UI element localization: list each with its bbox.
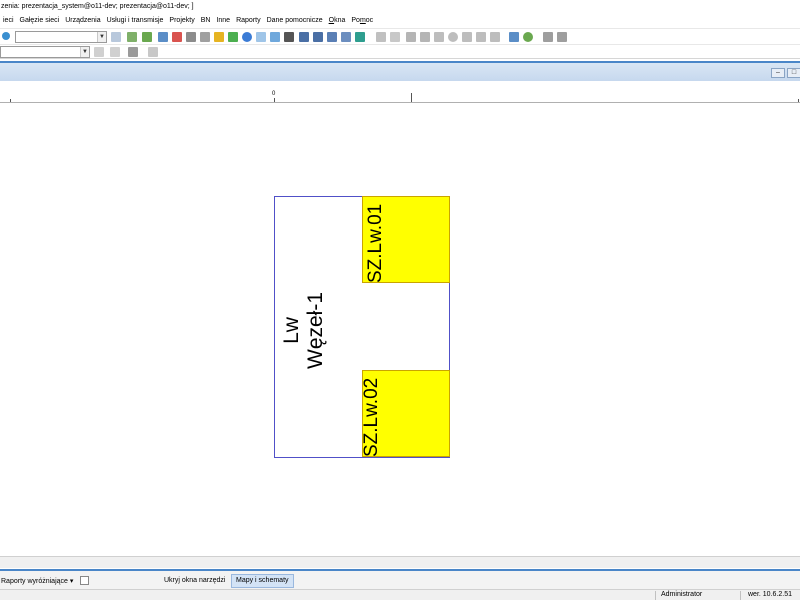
table-icon[interactable] bbox=[158, 32, 168, 42]
delete-icon[interactable] bbox=[434, 32, 444, 42]
menu-pomoc[interactable]: Pomoc bbox=[348, 14, 376, 28]
status-user: Administrator bbox=[661, 591, 703, 598]
chevron-down-icon[interactable]: ▼ bbox=[97, 32, 106, 42]
filter-combo[interactable]: ▼ bbox=[0, 46, 90, 58]
info-icon[interactable] bbox=[242, 32, 252, 42]
status-version: wer. 10.6.2.51 bbox=[748, 591, 792, 598]
menu-bn[interactable]: BN bbox=[198, 14, 214, 28]
menu-raporty[interactable]: Raporty bbox=[233, 14, 264, 28]
transform-icon[interactable] bbox=[128, 47, 138, 57]
ruler-tick bbox=[10, 99, 11, 102]
menu-projekty[interactable]: Projekty bbox=[166, 14, 197, 28]
minimize-button[interactable]: – bbox=[771, 68, 785, 78]
corner-tl-icon[interactable] bbox=[299, 32, 309, 42]
ruler-tick bbox=[274, 98, 275, 102]
menu-galezie-sieci[interactable]: Gałęzie sieci bbox=[17, 14, 63, 28]
node-box[interactable]: Lw Węzeł-1 SZ.Lw.01 SZ.Lw.02 bbox=[274, 196, 450, 458]
resize-icon[interactable] bbox=[327, 32, 337, 42]
status-bar: Administrator wer. 10.6.2.51 bbox=[0, 589, 800, 600]
slot-label: SZ.Lw.02 bbox=[362, 377, 382, 457]
folder-icon[interactable] bbox=[142, 32, 152, 42]
node-code: Lw bbox=[280, 317, 303, 344]
align-icon[interactable] bbox=[341, 32, 351, 42]
ruler-tick bbox=[798, 99, 799, 102]
secondary-toolbar: ▼ bbox=[0, 44, 800, 59]
layout-icon[interactable] bbox=[270, 32, 280, 42]
save-icon[interactable] bbox=[284, 32, 294, 42]
chevron-down-icon[interactable]: ▼ bbox=[80, 47, 89, 57]
menu-okna[interactable]: Okna bbox=[326, 14, 349, 28]
export-icon[interactable] bbox=[490, 32, 500, 42]
menu-inne[interactable]: Inne bbox=[213, 14, 233, 28]
window-icon[interactable] bbox=[256, 32, 266, 42]
copy-icon[interactable] bbox=[200, 32, 210, 42]
bottom-panel-bar: Raporty wyróżniające ▾ Ukryj okna narzęd… bbox=[0, 569, 800, 589]
refresh-icon[interactable] bbox=[127, 32, 137, 42]
panel-checkbox[interactable] bbox=[80, 576, 89, 585]
corner-br-icon[interactable] bbox=[313, 32, 323, 42]
font-icon[interactable] bbox=[557, 32, 567, 42]
restore-button[interactable]: □ bbox=[787, 68, 800, 78]
menu-sieci[interactable]: ieci bbox=[0, 14, 17, 28]
find-icon[interactable] bbox=[2, 32, 10, 40]
slot-sz-lw-02[interactable]: SZ.Lw.02 bbox=[362, 370, 450, 457]
curve-tool-icon[interactable] bbox=[110, 47, 120, 57]
stop-icon[interactable] bbox=[476, 32, 486, 42]
search-combo[interactable]: ▼ bbox=[15, 31, 107, 43]
application-window: zenia: prezentacja_system@o11-dev; preze… bbox=[0, 0, 800, 600]
hide-tools-button[interactable]: Ukryj okna narzędzi bbox=[164, 577, 225, 584]
map-icon[interactable] bbox=[214, 32, 224, 42]
menu-urzadzenia[interactable]: Urządzenia bbox=[62, 14, 103, 28]
horizontal-ruler: 0 bbox=[0, 91, 800, 103]
slot-label: SZ.Lw.01 bbox=[365, 203, 386, 283]
status-separator bbox=[740, 591, 741, 600]
page-icon[interactable] bbox=[462, 32, 472, 42]
main-toolbar: ▼ bbox=[0, 28, 800, 44]
doc-icon[interactable] bbox=[376, 32, 386, 42]
node-name: Węzeł-1 bbox=[304, 291, 327, 369]
building-icon[interactable] bbox=[186, 32, 196, 42]
person-icon[interactable] bbox=[543, 32, 553, 42]
circle-icon[interactable] bbox=[448, 32, 458, 42]
link-icon[interactable] bbox=[390, 32, 400, 42]
image-icon[interactable] bbox=[228, 32, 238, 42]
slot-sz-lw-01[interactable]: SZ.Lw.01 bbox=[362, 196, 450, 283]
grid-snap-icon[interactable] bbox=[148, 47, 158, 57]
fit-icon[interactable] bbox=[355, 32, 365, 42]
ruler-tick bbox=[411, 93, 412, 102]
tab-maps-and-schemes[interactable]: Mapy i schematy bbox=[231, 574, 294, 588]
node-add-icon[interactable] bbox=[406, 32, 416, 42]
node-title: Lw Węzeł-1 bbox=[280, 292, 328, 369]
status-separator bbox=[655, 591, 656, 600]
menu-uslugi-i-transmisje[interactable]: Usługi i transmisje bbox=[104, 14, 167, 28]
horizontal-scrollbar[interactable] bbox=[0, 556, 800, 568]
connect-icon[interactable] bbox=[509, 32, 519, 42]
node-split-icon[interactable] bbox=[420, 32, 430, 42]
menu-dane-pomocnicze[interactable]: Dane pomocnicze bbox=[264, 14, 326, 28]
reports-dropdown-button[interactable]: Raporty wyróżniające ▾ bbox=[1, 577, 73, 585]
globe-icon[interactable] bbox=[523, 32, 533, 42]
line-tool-icon[interactable] bbox=[94, 47, 104, 57]
grid-icon[interactable] bbox=[172, 32, 182, 42]
list-icon[interactable] bbox=[111, 32, 121, 42]
menu-bar: ieci Gałęzie sieci Urządzenia Usługi i t… bbox=[0, 14, 800, 28]
window-title: zenia: prezentacja_system@o11-dev; preze… bbox=[0, 0, 800, 14]
document-header: – □ bbox=[0, 61, 800, 81]
ruler-origin-label: 0 bbox=[272, 91, 276, 97]
